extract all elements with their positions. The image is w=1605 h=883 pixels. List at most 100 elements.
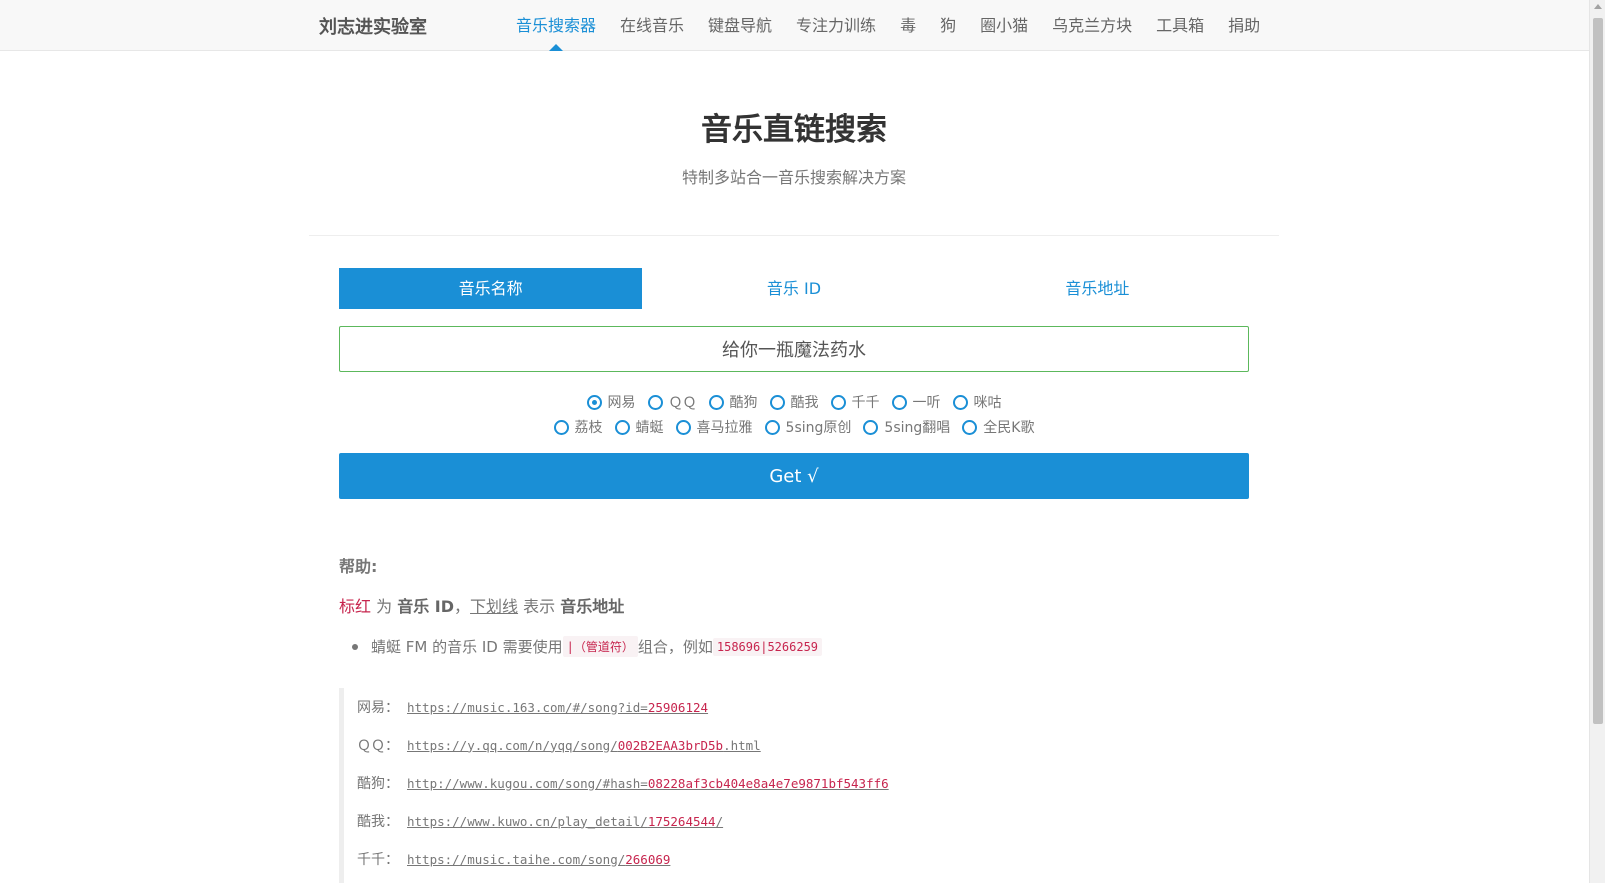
radio-5sing-cover[interactable]: 5sing翻唱 [863,417,950,437]
example-url: https://music.163.com/#/song?id= [407,699,648,715]
help-legend: 标红 为 音乐 ID，下划线 表示 音乐地址 [339,593,624,617]
main-nav: 音乐搜索器 在线音乐 键盘导航 专注力训练 毒 狗 圈小猫 乌克兰方块 工具箱 … [504,0,1272,51]
nav-item-circle-cat[interactable]: 圈小猫 [968,0,1040,51]
radio-unchecked-icon [962,419,978,435]
example-id: 175264544 [647,813,716,829]
radio-yiting[interactable]: 一听 [891,392,941,412]
radio-label: 千千 [851,395,880,411]
page-scrollbar[interactable] [1589,0,1605,883]
example-url: http://www.kugou.com/song/#hash= [407,775,648,791]
radio-label: 蜻蜓 [635,420,664,436]
radio-label: 酷狗 [729,395,758,411]
help-text: 为 [371,597,398,616]
help-code: 158696|5266259 [712,637,823,656]
example-row: 千千： https://music.taihe.com/song/266069 [357,840,1249,878]
example-link[interactable]: http://www.kugou.com/song/#hash=08228af3… [407,776,889,791]
radio-label: 5sing原创 [785,420,852,436]
nav-item-donate[interactable]: 捐助 [1216,0,1272,51]
page-subtitle: 特制多站合一音乐搜索解决方案 [681,168,906,187]
example-link[interactable]: https://y.qq.com/n/yqq/song/002B2EAA3brD… [407,738,761,753]
tab-music-id[interactable]: 音乐 ID [642,268,945,309]
nav-item-dog[interactable]: 狗 [928,0,968,51]
header-divider [309,235,1279,236]
example-row: 网易： https://music.163.com/#/song?id=25906… [357,688,1249,726]
example-label: ＱＱ： [357,738,399,754]
radio-label: 荔枝 [574,420,603,436]
help-bullet-text: 蜻蜓 FM 的音乐 ID 需要使用 [371,638,563,656]
radio-qianqian[interactable]: 千千 [830,392,880,412]
example-suffix: / [715,813,724,829]
radio-netease[interactable]: 网易 [586,392,636,412]
radio-label: 一听 [912,395,941,411]
help-underline-text: 下划线 [470,597,519,616]
nav-item-keyboard-nav[interactable]: 键盘导航 [696,0,784,51]
scroll-up-arrow-icon[interactable] [1594,4,1602,9]
example-urls-block: 网易： https://music.163.com/#/song?id=25906… [339,688,1249,883]
radio-quanmin-kge[interactable]: 全民K歌 [962,417,1034,437]
search-mode-tabs: 音乐名称 音乐 ID 音乐地址 [339,268,1249,309]
example-link[interactable]: https://www.kuwo.cn/play_detail/17526454… [407,814,723,829]
example-label: 千千： [357,852,399,868]
example-id: 266069 [625,851,671,867]
radio-label: 酷我 [790,395,819,411]
radio-label: ＱＱ [668,395,697,411]
radio-unchecked-icon [952,394,968,410]
help-text: 表示 [518,597,561,616]
nav-item-music-search[interactable]: 音乐搜索器 [504,0,608,51]
radio-migu[interactable]: 咪咕 [952,392,1002,412]
radio-label: 咪咕 [973,395,1002,411]
source-radio-row-2: 荔枝 蜻蜓 喜马拉雅 5sing原创 5sing翻唱 全民K歌 [339,417,1249,437]
top-navbar: 刘志进实验室 音乐搜索器 在线音乐 键盘导航 专注力训练 毒 狗 圈小猫 乌克兰… [0,0,1589,51]
radio-label: 5sing翻唱 [884,420,951,436]
radio-checked-icon [586,394,602,410]
tab-music-name[interactable]: 音乐名称 [339,268,643,309]
example-url: https://y.qq.com/n/yqq/song/ [407,737,618,753]
radio-kuwo[interactable]: 酷我 [769,392,819,412]
nav-item-poison[interactable]: 毒 [888,0,928,51]
radio-ximalaya[interactable]: 喜马拉雅 [675,417,753,437]
radio-unchecked-icon [830,394,846,410]
scroll-thumb[interactable] [1593,18,1603,724]
example-id: 25906124 [647,699,709,715]
example-url: https://www.kuwo.cn/play_detail/ [407,813,648,829]
radio-unchecked-icon [614,419,630,435]
example-id: 002B2EAA3brD5b [617,737,724,753]
help-code: |（管道符） [562,636,638,657]
help-red-text: 标红 [339,597,372,616]
get-button[interactable]: Get √ [339,453,1249,499]
radio-lizhi[interactable]: 荔枝 [553,417,603,437]
bullet-dot-icon [352,643,358,650]
brand-logo[interactable]: 刘志进实验室 [319,13,427,39]
radio-qq[interactable]: ＱＱ [647,392,697,412]
radio-unchecked-icon [764,419,780,435]
radio-label: 全民K歌 [983,420,1035,436]
radio-unchecked-icon [863,419,879,435]
search-input[interactable] [339,326,1249,372]
radio-unchecked-icon [708,394,724,410]
example-link[interactable]: https://music.taihe.com/song/266069 [407,852,670,867]
example-suffix: .html [723,737,761,753]
radio-5sing-original[interactable]: 5sing原创 [764,417,852,437]
example-label: 酷我： [357,814,399,830]
page-title: 音乐直链搜索 [701,112,887,148]
example-label: 网易： [357,700,399,716]
radio-unchecked-icon [553,419,569,435]
example-row: 酷狗： http://www.kugou.com/song/#hash=08228… [357,764,1249,802]
radio-unchecked-icon [675,419,691,435]
radio-qingting[interactable]: 蜻蜓 [614,417,664,437]
nav-item-ukraine-tetris[interactable]: 乌克兰方块 [1040,0,1144,51]
help-bold-text: 音乐地址 [560,597,625,616]
nav-item-online-music[interactable]: 在线音乐 [608,0,696,51]
nav-item-toolbox[interactable]: 工具箱 [1144,0,1216,51]
example-link[interactable]: https://music.163.com/#/song?id=25906124 [407,700,708,715]
tab-music-url[interactable]: 音乐地址 [946,268,1249,309]
help-title: 帮助: [339,557,378,576]
nav-item-focus-training[interactable]: 专注力训练 [784,0,888,51]
radio-unchecked-icon [891,394,907,410]
example-url: https://music.taihe.com/song/ [407,851,626,867]
help-bold-text: 音乐 ID [397,597,455,616]
radio-label: 喜马拉雅 [696,420,753,436]
help-text: ， [454,597,471,616]
radio-kugou[interactable]: 酷狗 [708,392,758,412]
example-row: 酷我： https://www.kuwo.cn/play_detail/17526… [357,802,1249,840]
